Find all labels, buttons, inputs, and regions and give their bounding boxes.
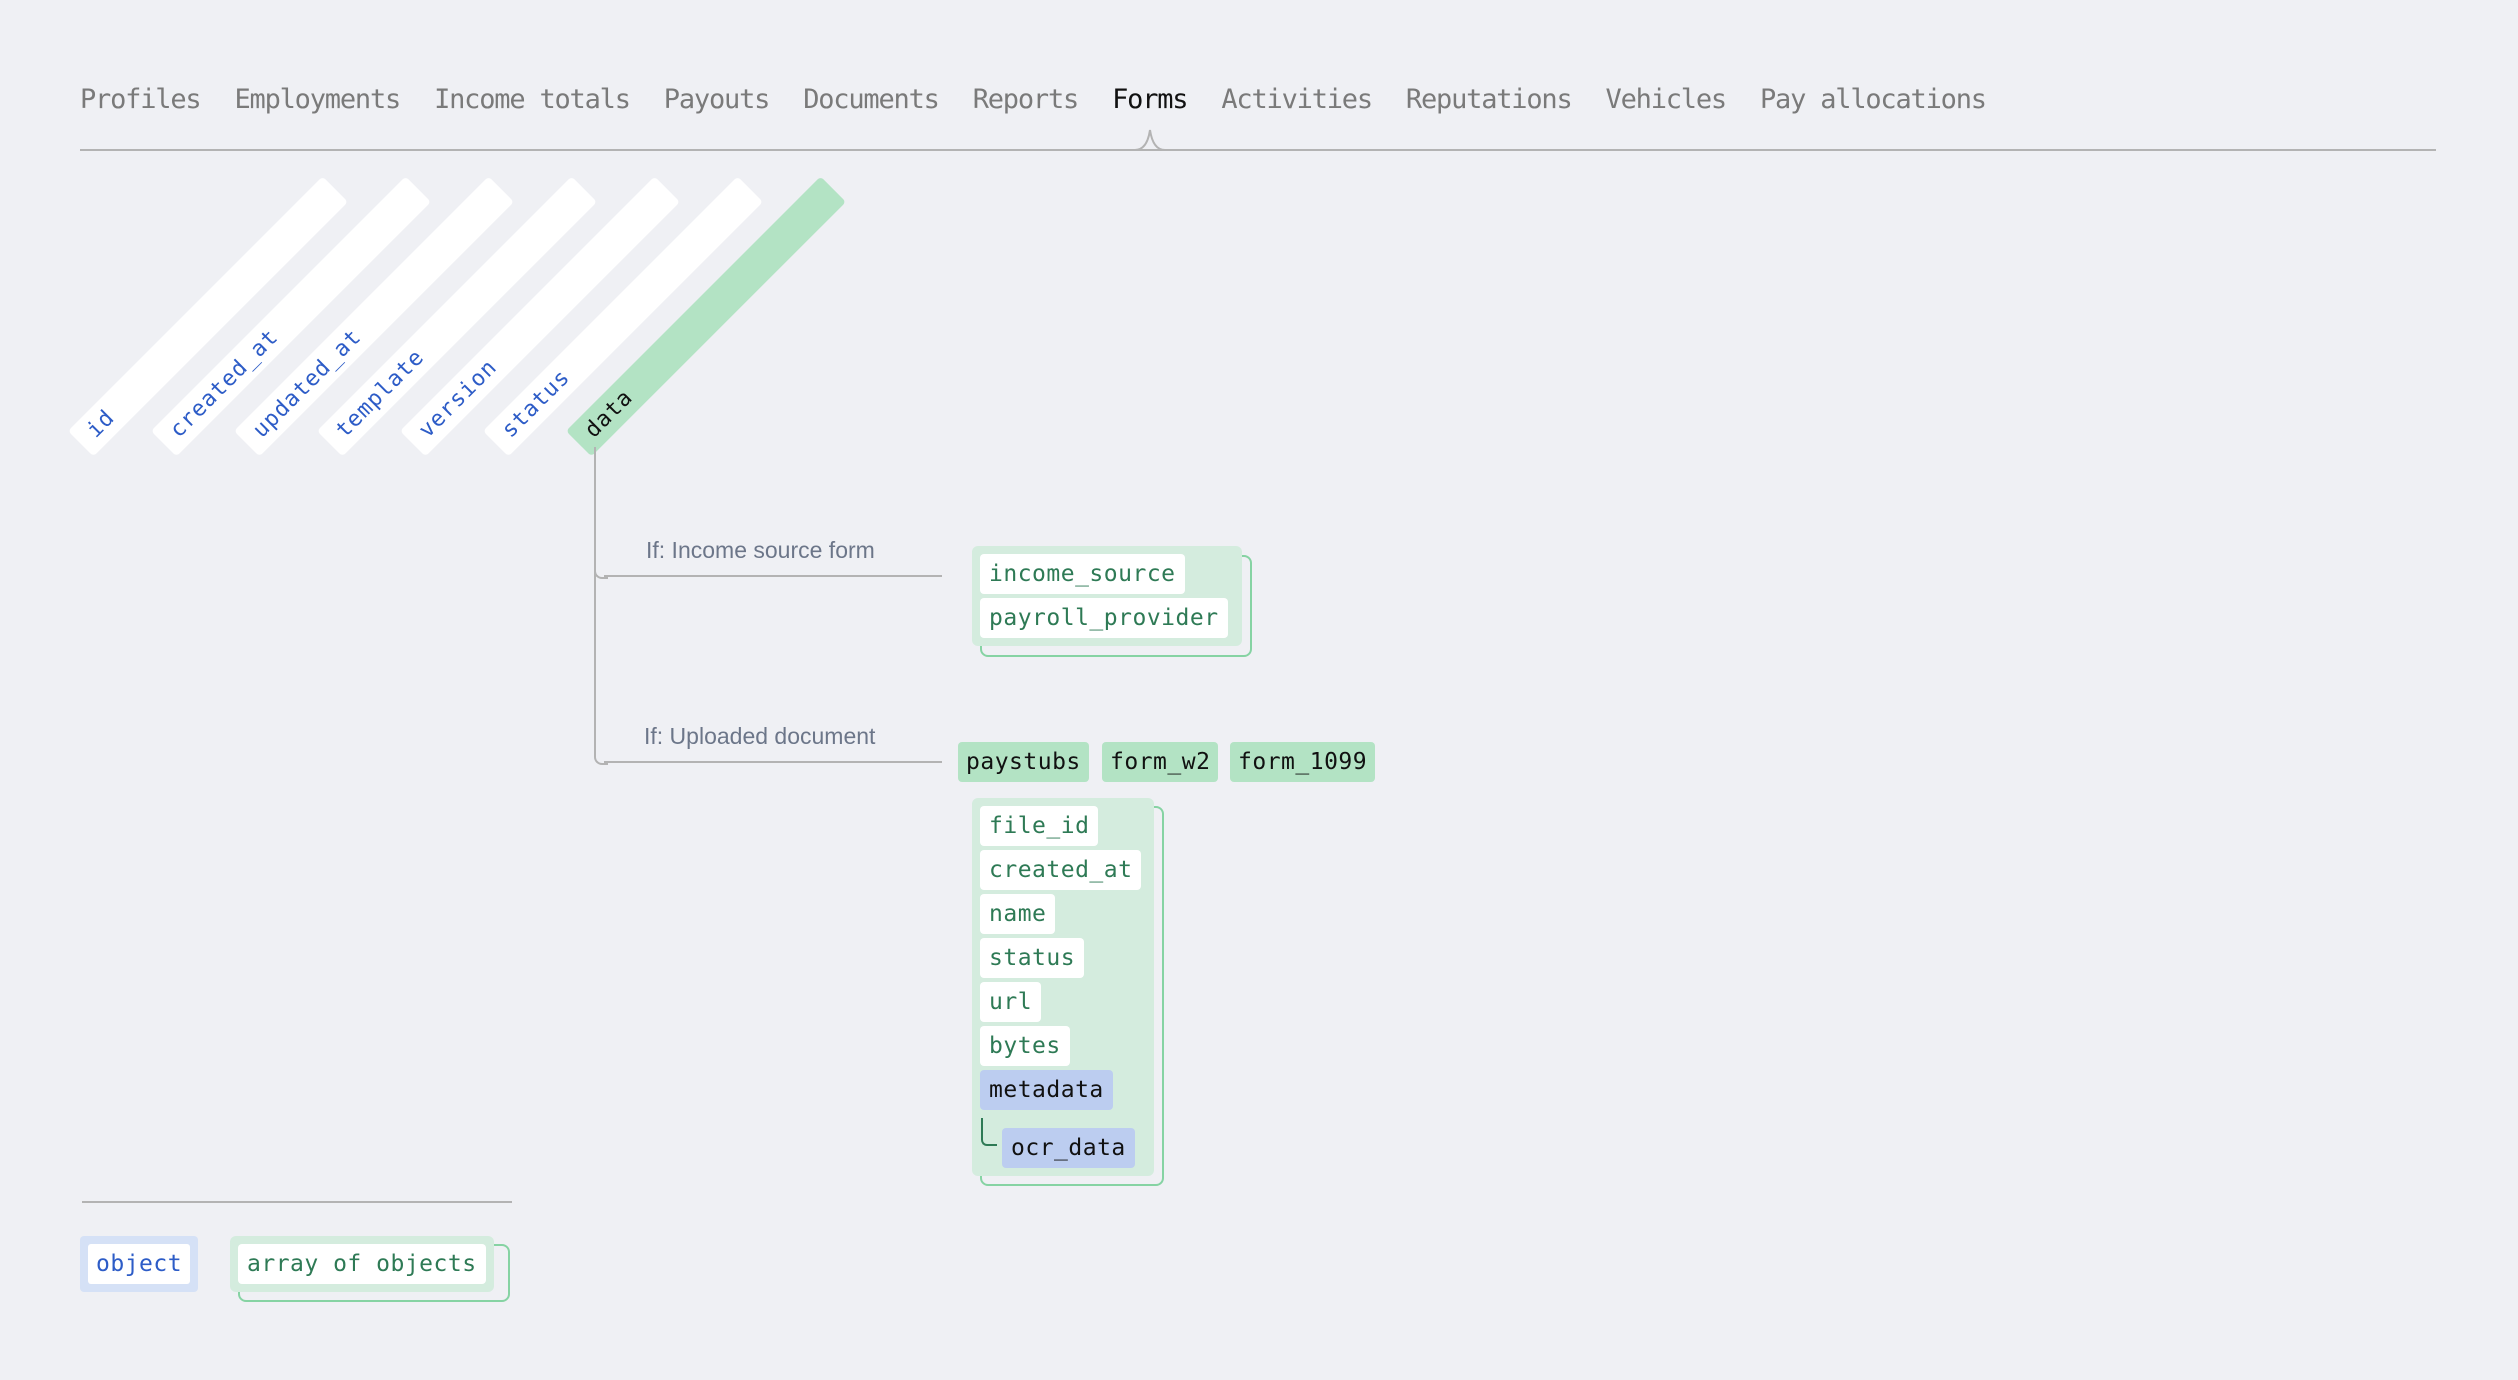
legend-array-of-objects: array of objects xyxy=(230,1236,510,1302)
field-name[interactable]: name xyxy=(980,894,1056,934)
tab-bar: Profiles Employments Income totals Payou… xyxy=(80,80,1987,120)
field-ocr-data[interactable]: ocr_data xyxy=(1002,1128,1135,1168)
tab-underline xyxy=(80,149,2436,151)
field-file-id[interactable]: file_id xyxy=(980,806,1099,846)
tab-activities[interactable]: Activities xyxy=(1221,80,1373,120)
document-fields-box: file_id created_at name status url bytes… xyxy=(972,798,1154,1176)
tab-employments[interactable]: Employments xyxy=(234,80,401,120)
field-payroll-provider[interactable]: payroll_provider xyxy=(980,598,1228,638)
field-bytes[interactable]: bytes xyxy=(980,1026,1070,1066)
field-metadata[interactable]: metadata xyxy=(980,1070,1113,1110)
field-created-at[interactable]: created_at xyxy=(980,850,1142,890)
field-income-source[interactable]: income_source xyxy=(980,554,1185,594)
active-tab-indicator xyxy=(1134,129,1165,151)
tab-income-totals[interactable]: Income totals xyxy=(434,80,631,120)
branch-connector-document xyxy=(604,761,942,763)
field-status[interactable]: status xyxy=(980,938,1085,978)
legend-divider xyxy=(82,1201,512,1203)
condition-label-income-source: If: Income source form xyxy=(646,537,875,563)
nested-field-connector xyxy=(981,1118,997,1146)
tab-payouts[interactable]: Payouts xyxy=(664,80,771,120)
legend-object: object xyxy=(80,1236,199,1292)
doc-type-form-1099[interactable]: form_1099 xyxy=(1230,742,1376,782)
tab-forms[interactable]: Forms xyxy=(1112,80,1188,120)
legend-array-label: array of objects xyxy=(238,1244,486,1284)
tab-vehicles[interactable]: Vehicles xyxy=(1606,80,1728,120)
tab-profiles[interactable]: Profiles xyxy=(80,80,202,120)
legend-object-label: object xyxy=(88,1244,191,1284)
doc-type-paystubs[interactable]: paystubs xyxy=(958,742,1089,782)
doc-type-form-w2[interactable]: form_w2 xyxy=(1102,742,1219,782)
field-url[interactable]: url xyxy=(980,982,1042,1022)
tab-pay-allocations[interactable]: Pay allocations xyxy=(1760,80,1987,120)
income-source-fields-box: income_source payroll_provider xyxy=(972,546,1242,646)
branch-connector-income xyxy=(604,575,942,577)
data-connector-vertical xyxy=(594,447,596,751)
tab-reputations[interactable]: Reputations xyxy=(1406,80,1573,120)
tab-documents[interactable]: Documents xyxy=(803,80,940,120)
legend-array-box: array of objects xyxy=(230,1236,494,1292)
condition-label-uploaded-document: If: Uploaded document xyxy=(644,723,876,749)
tab-reports[interactable]: Reports xyxy=(973,80,1080,120)
